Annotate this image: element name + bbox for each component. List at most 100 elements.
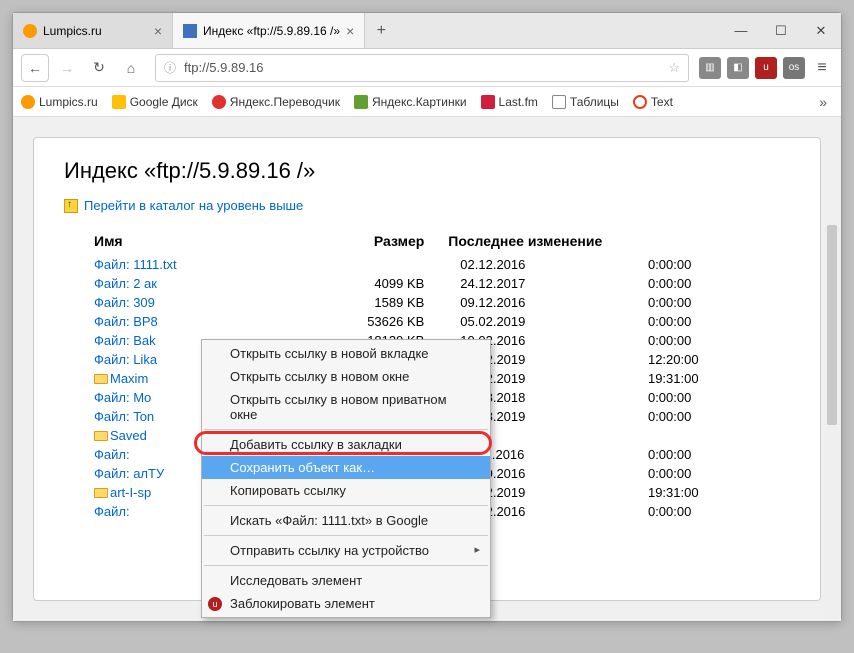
url-text: ftp://5.9.89.16 xyxy=(184,60,264,75)
bookmark-yandex-images[interactable]: Яндекс.Картинки xyxy=(354,95,467,109)
file-time: 0:00:00 xyxy=(608,312,790,331)
bookmark-yandex-translate[interactable]: Яндекс.Переводчик xyxy=(212,95,340,109)
table-row: Файл: 2 ак4099 KB24.12.20170:00:00 xyxy=(64,274,790,293)
tab-label: Индекс «ftp://5.9.89.16 /» xyxy=(203,24,340,38)
bookmark-lastfm[interactable]: Last.fm xyxy=(481,95,538,109)
file-link[interactable]: 1111.txt xyxy=(133,257,176,272)
file-link[interactable]: Bak xyxy=(133,333,155,348)
file-link[interactable]: Mo xyxy=(133,390,151,405)
file-link[interactable]: алТУ xyxy=(133,466,164,481)
context-menu-item[interactable]: Открыть ссылку в новой вкладке xyxy=(202,342,490,365)
context-menu-item[interactable]: Добавить ссылку в закладки xyxy=(202,433,490,456)
column-size[interactable]: Размер xyxy=(288,227,444,255)
browser-window: Lumpics.ru × Индекс «ftp://5.9.89.16 /» … xyxy=(12,12,842,622)
tab-favicon xyxy=(183,24,197,38)
context-menu-item[interactable]: Отправить ссылку на устройство xyxy=(202,539,490,562)
file-prefix: Файл: xyxy=(94,276,130,291)
file-time: 0:00:00 xyxy=(608,464,790,483)
close-button[interactable]: ✕ xyxy=(801,13,841,48)
file-link[interactable]: BP8 xyxy=(133,314,158,329)
file-link[interactable]: Ton xyxy=(133,409,154,424)
close-icon[interactable]: × xyxy=(154,23,162,39)
bookmarks-bar: Lumpics.ru Google Диск Яндекс.Переводчик… xyxy=(13,87,841,117)
toolbar: ← → ↻ ⌂ ⓘ ftp://5.9.89.16 ☆ ▥ ◧ u os ≡ xyxy=(13,49,841,87)
separator xyxy=(204,429,488,430)
folder-link[interactable]: Saved xyxy=(110,428,147,443)
back-button[interactable]: ← xyxy=(21,54,49,82)
context-menu-item[interactable]: Открыть ссылку в новом приватном окне xyxy=(202,388,490,426)
up-arrow-icon xyxy=(64,199,78,213)
column-modified[interactable]: Последнее изменение xyxy=(444,227,790,255)
bookmark-tables[interactable]: Таблицы xyxy=(552,95,619,109)
file-time: 19:31:00 xyxy=(608,483,790,502)
bookmark-text[interactable]: Text xyxy=(633,95,673,109)
url-bar[interactable]: ⓘ ftp://5.9.89.16 ☆ xyxy=(155,54,689,82)
bookmark-favicon xyxy=(633,95,647,109)
new-tab-button[interactable]: + xyxy=(365,13,397,48)
menu-button[interactable]: ≡ xyxy=(811,57,833,79)
file-date: 02.12.2016 xyxy=(444,255,608,274)
bookmark-favicon xyxy=(21,95,35,109)
context-menu-item[interactable]: Заблокировать элементu xyxy=(202,592,490,615)
folder-icon xyxy=(94,431,108,441)
context-menu-item[interactable]: Искать «Файл: 1111.txt» в Google xyxy=(202,509,490,532)
scrollbar-thumb[interactable] xyxy=(827,225,837,425)
file-date: 09.12.2016 xyxy=(444,293,608,312)
context-menu-item[interactable]: Открыть ссылку в новом окне xyxy=(202,365,490,388)
file-time: 0:00:00 xyxy=(608,331,790,350)
info-icon[interactable]: ⓘ xyxy=(164,59,176,76)
page-title: Индекс «ftp://5.9.89.16 /» xyxy=(64,158,790,184)
bookmark-favicon xyxy=(481,95,495,109)
file-link[interactable]: 309 xyxy=(133,295,155,310)
file-prefix: Файл: xyxy=(94,504,130,519)
table-row: Файл: 1111.txt 02.12.20160:00:00 xyxy=(64,255,790,274)
maximize-button[interactable]: ☐ xyxy=(761,13,801,48)
folder-icon xyxy=(94,374,108,384)
folder-link[interactable]: Maxim xyxy=(110,371,148,386)
close-icon[interactable]: × xyxy=(346,23,354,39)
context-menu-item[interactable]: Копировать ссылку xyxy=(202,479,490,502)
up-directory-link[interactable]: Перейти в каталог на уровень выше xyxy=(64,198,790,213)
file-prefix: Файл: xyxy=(94,352,130,367)
extension-icon[interactable]: os xyxy=(783,57,805,79)
context-menu-item[interactable]: Исследовать элемент xyxy=(202,569,490,592)
file-time: 19:31:00 xyxy=(608,369,790,388)
context-menu-item[interactable]: Сохранить объект как… xyxy=(202,456,490,479)
forward-button[interactable]: → xyxy=(53,54,81,82)
file-date: 05.02.2019 xyxy=(444,312,608,331)
bookmark-google-drive[interactable]: Google Диск xyxy=(112,95,198,109)
separator xyxy=(204,565,488,566)
star-icon[interactable]: ☆ xyxy=(668,60,680,76)
library-icon[interactable]: ▥ xyxy=(699,57,721,79)
tab-ftp-index[interactable]: Индекс «ftp://5.9.89.16 /» × xyxy=(173,13,365,48)
file-size xyxy=(288,255,444,274)
minimize-button[interactable]: — xyxy=(721,13,761,48)
file-time: 0:00:00 xyxy=(608,255,790,274)
file-date: 24.12.2017 xyxy=(444,274,608,293)
file-time: 0:00:00 xyxy=(608,293,790,312)
file-prefix: Файл: xyxy=(94,447,130,462)
home-button[interactable]: ⌂ xyxy=(117,54,145,82)
table-row: Файл: BP853626 KB05.02.20190:00:00 xyxy=(64,312,790,331)
bookmark-favicon xyxy=(112,95,126,109)
file-prefix: Файл: xyxy=(94,466,130,481)
file-time: 0:00:00 xyxy=(608,407,790,426)
window-controls: — ☐ ✕ xyxy=(721,13,841,48)
sidebar-icon[interactable]: ◧ xyxy=(727,57,749,79)
tab-lumpics[interactable]: Lumpics.ru × xyxy=(13,13,173,48)
file-prefix: Файл: xyxy=(94,257,130,272)
tab-label: Lumpics.ru xyxy=(43,24,102,38)
bookmarks-overflow[interactable]: » xyxy=(813,94,833,110)
tab-favicon xyxy=(23,24,37,38)
folder-icon xyxy=(552,95,566,109)
bookmark-lumpics[interactable]: Lumpics.ru xyxy=(21,95,98,109)
file-link[interactable]: Lika xyxy=(133,352,157,367)
file-prefix: Файл: xyxy=(94,295,130,310)
folder-link[interactable]: art-I-sp xyxy=(110,485,151,500)
file-link[interactable]: 2 ак xyxy=(133,276,157,291)
scrollbar[interactable] xyxy=(825,223,839,619)
reload-button[interactable]: ↻ xyxy=(85,54,113,82)
ublock-icon[interactable]: u xyxy=(755,57,777,79)
file-prefix: Файл: xyxy=(94,314,130,329)
column-name[interactable]: Имя xyxy=(64,227,288,255)
